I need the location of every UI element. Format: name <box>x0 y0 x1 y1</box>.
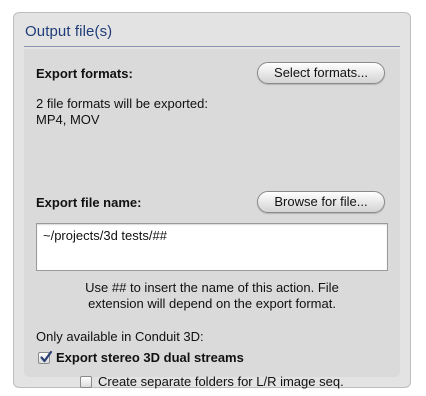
formats-summary-line1: 2 file formats will be exported: <box>36 96 208 111</box>
select-formats-button[interactable]: Select formats... <box>257 62 385 84</box>
export-file-name-label: Export file name: <box>36 195 142 210</box>
section-title: Output file(s) <box>25 23 113 40</box>
export-formats-label: Export formats: <box>36 66 133 81</box>
stereo-dual-streams-label[interactable]: Export stereo 3D dual streams <box>56 350 244 365</box>
file-name-hint-line2: extension will depend on the export form… <box>88 296 336 311</box>
conduit3d-note: Only available in Conduit 3D: <box>36 329 204 344</box>
export-file-name-field[interactable]: ~/projects/3d tests/## <box>36 223 388 271</box>
browse-for-file-button[interactable]: Browse for file... <box>257 191 385 213</box>
stereo-dual-streams-checkbox[interactable] <box>38 350 53 364</box>
title-divider <box>24 46 400 47</box>
output-files-content: Export formats: Select formats... 2 file… <box>24 49 400 389</box>
separate-folders-checkbox[interactable] <box>80 376 92 388</box>
output-files-panel: Output file(s) Export formats: Select fo… <box>13 12 411 389</box>
checkmark-icon <box>40 350 53 363</box>
file-name-hint-line1: Use ## to insert the name of this action… <box>85 280 339 295</box>
formats-summary-line2: MP4, MOV <box>36 112 100 127</box>
separate-folders-label[interactable]: Create separate folders for L/R image se… <box>98 374 344 389</box>
